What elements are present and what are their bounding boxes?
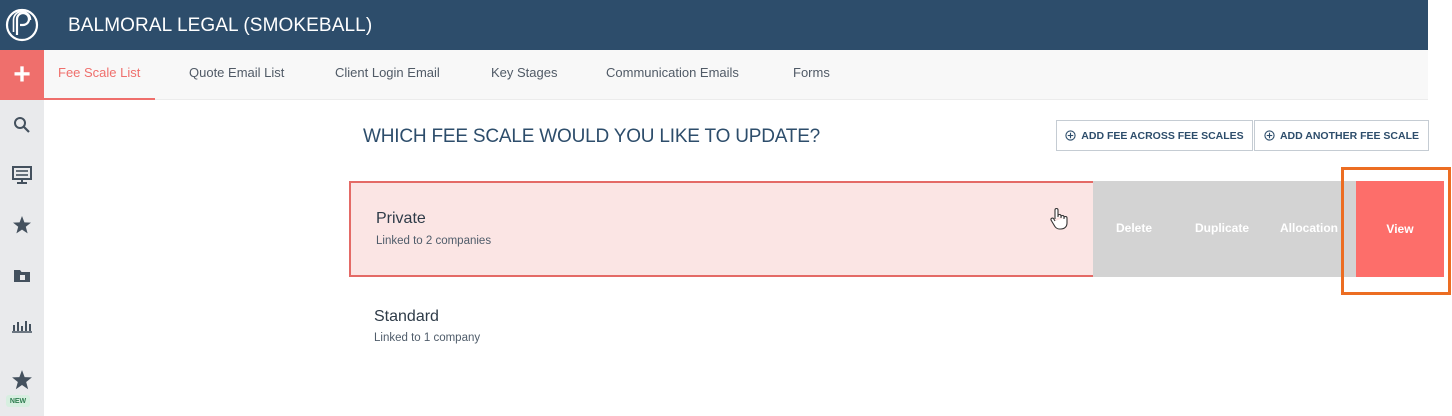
- add-fee-across-scales-button[interactable]: ADD FEE ACROSS FEE SCALES: [1056, 120, 1253, 151]
- page-title: WHICH FEE SCALE WOULD YOU LIKE TO UPDATE…: [363, 126, 821, 147]
- tab-forms[interactable]: Forms: [793, 50, 830, 100]
- tab-bar: Fee Scale List Quote Email List Client L…: [44, 50, 1428, 100]
- add-fee-across-scales-label: ADD FEE ACROSS FEE SCALES: [1081, 129, 1244, 142]
- search-icon[interactable]: [0, 100, 44, 150]
- tab-communication-emails[interactable]: Communication Emails: [606, 50, 739, 100]
- allocation-button[interactable]: Allocation: [1280, 221, 1338, 235]
- top-header: BALMORAL LEGAL (SMOKEBALL): [44, 0, 1428, 50]
- add-another-fee-scale-button[interactable]: ADD ANOTHER FEE SCALE: [1254, 120, 1429, 151]
- add-another-fee-scale-label: ADD ANOTHER FEE SCALE: [1279, 129, 1420, 142]
- display-icon[interactable]: [0, 150, 44, 200]
- person-star-icon[interactable]: [0, 200, 44, 250]
- tab-fee-scale-list[interactable]: Fee Scale List: [58, 50, 140, 100]
- add-new-icon[interactable]: +: [0, 50, 44, 100]
- view-button[interactable]: View: [1356, 181, 1444, 277]
- left-rail: + NEW: [0, 0, 44, 416]
- fee-scale-row-standard[interactable]: Standard Linked to 1 company: [349, 283, 1443, 351]
- folder-icon[interactable]: [0, 250, 44, 300]
- fee-scale-linked-count: Linked to 2 companies: [376, 235, 492, 247]
- delete-button[interactable]: Delete: [1116, 221, 1152, 235]
- hand-cursor-icon: [1050, 208, 1068, 230]
- active-tab-underline: [44, 98, 155, 100]
- firm-title: BALMORAL LEGAL (SMOKEBALL): [68, 15, 373, 36]
- tab-quote-email-list[interactable]: Quote Email List: [189, 50, 284, 100]
- fee-scale-name: Private: [376, 210, 426, 227]
- app-logo-icon[interactable]: [0, 0, 44, 50]
- chart-icon[interactable]: [0, 300, 44, 350]
- fee-scale-linked-count: Linked to 1 company: [374, 332, 481, 344]
- new-badge: NEW: [6, 395, 30, 407]
- tab-key-stages[interactable]: Key Stages: [491, 50, 558, 100]
- fee-scale-name: Standard: [374, 308, 439, 325]
- app-window: + NEW BALMORAL LEGAL (SMOKEBALL) Fee Sca…: [0, 0, 1452, 416]
- tab-client-login-email[interactable]: Client Login Email: [335, 50, 440, 100]
- duplicate-button[interactable]: Duplicate: [1195, 221, 1249, 235]
- plus-circle-icon: [1264, 130, 1275, 141]
- plus-circle-icon: [1065, 130, 1076, 141]
